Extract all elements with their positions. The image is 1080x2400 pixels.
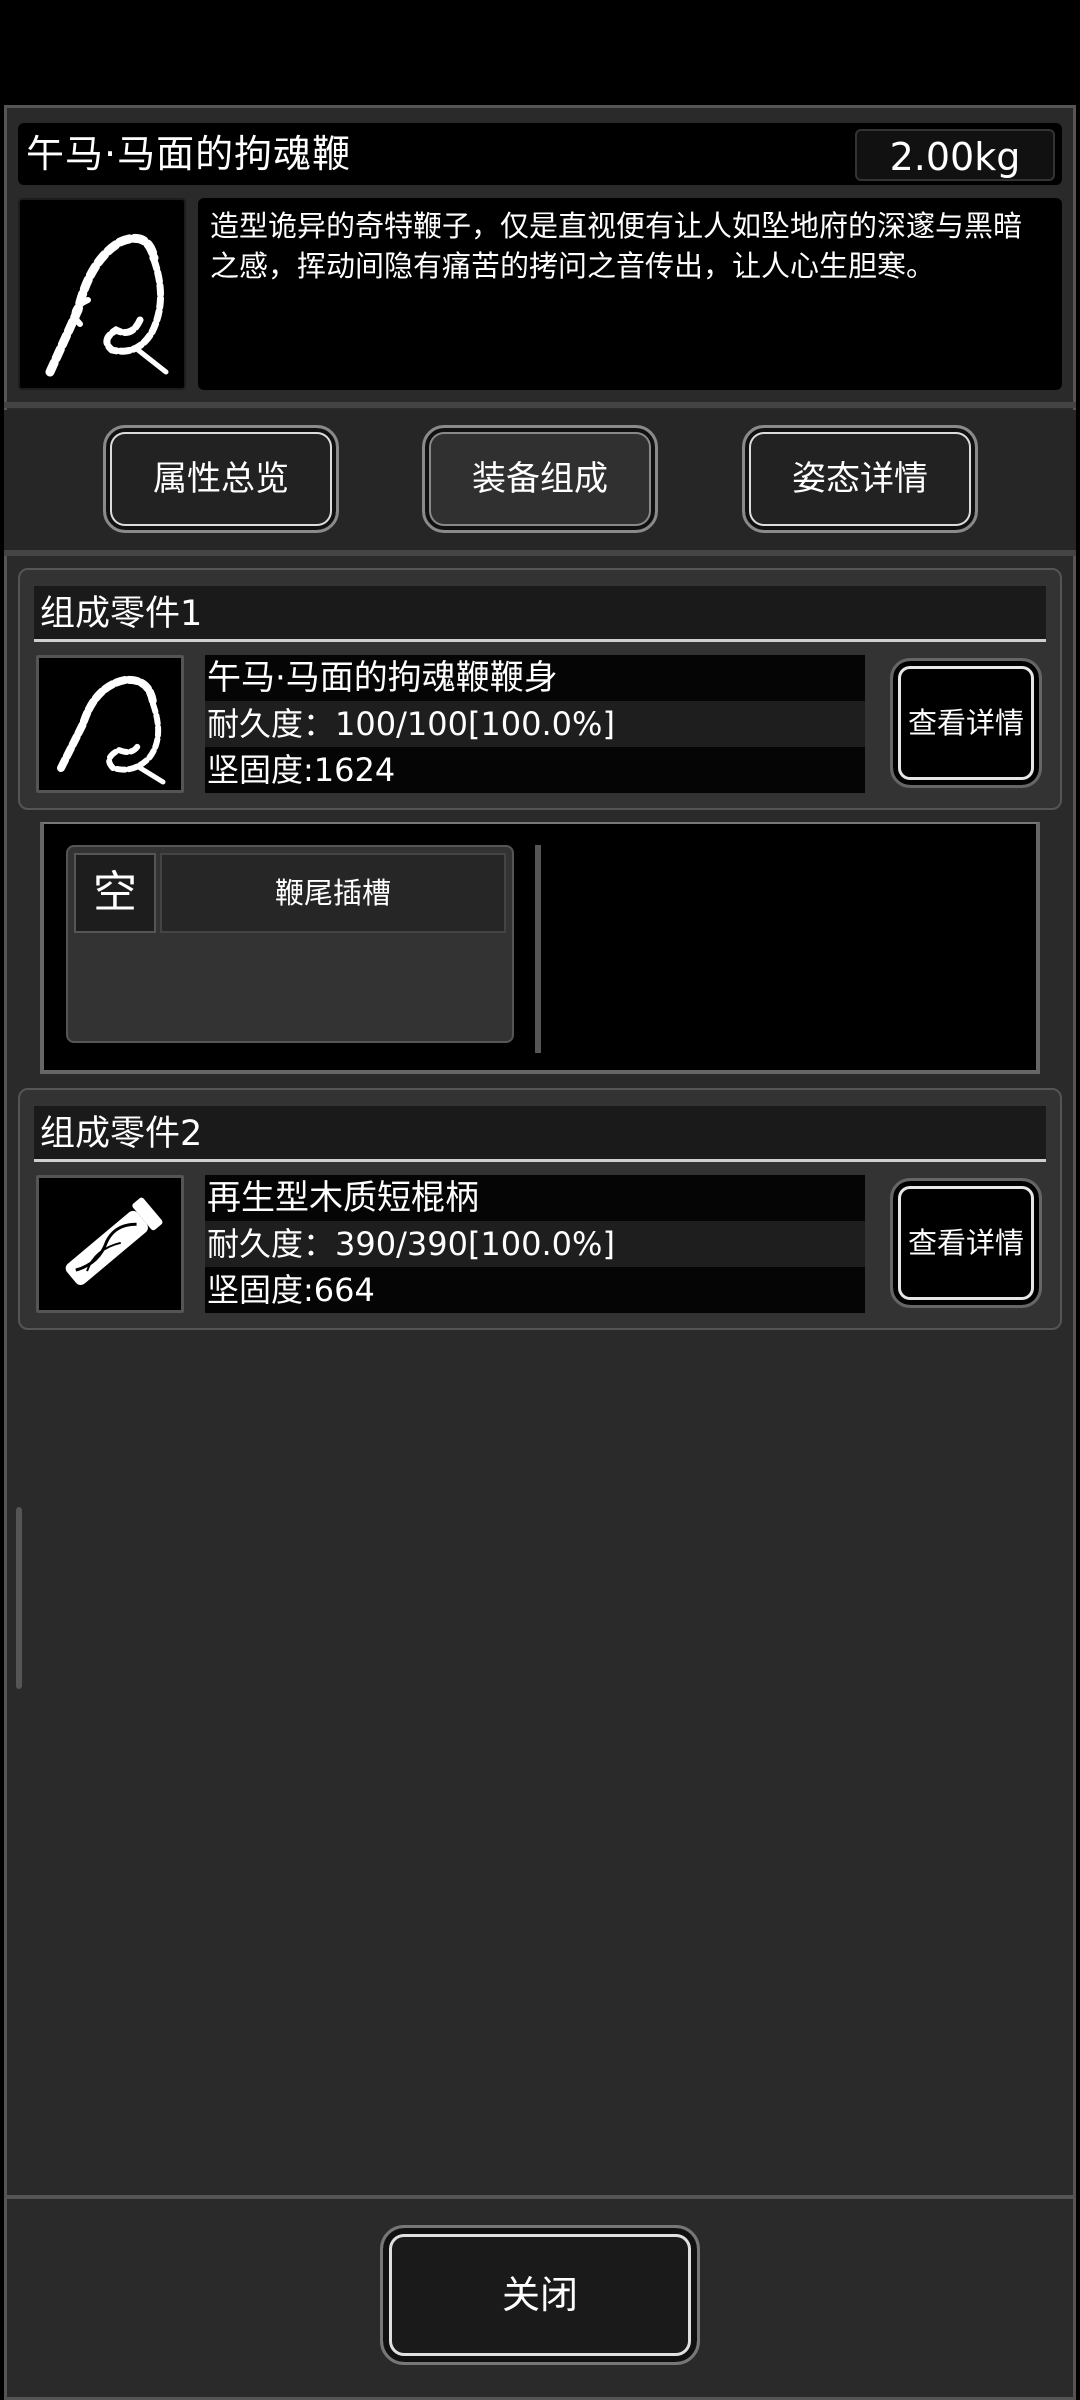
whip-body-icon [36,655,184,793]
header-divider [4,402,1076,408]
tab-equipment-composition[interactable]: 装备组成 [422,425,658,533]
component-durability: 耐久度：100/100[100.0%] [205,701,865,747]
item-name: 午马·马面的拘魂鞭 [26,132,352,176]
component-info: 午马·马面的拘魂鞭鞭身 耐久度：100/100[100.0%] 坚固度:1624 [205,655,865,793]
component-name: 午马·马面的拘魂鞭鞭身 [205,655,865,701]
slot-label: 鞭尾插槽 [160,853,506,933]
component-hardness: 坚固度:1624 [205,747,865,793]
item-weight: 2.00kg [855,129,1055,181]
item-icon [18,198,186,390]
view-details-button[interactable]: 查看详情 [890,658,1042,788]
component-info: 再生型木质短棍柄 耐久度：390/390[100.0%] 坚固度:664 [205,1175,865,1313]
component-title: 组成零件2 [40,1114,203,1154]
component-title: 组成零件1 [40,594,203,634]
whip-icon [45,234,169,377]
slot-status: 空 [74,853,156,933]
scrollbar[interactable] [16,1507,22,1689]
close-button[interactable]: 关闭 [380,2225,700,2365]
item-description: 造型诡异的奇特鞭子，仅是直视便有让人如坠地府的深邃与黑暗之感，挥动间隐有痛苦的拷… [198,198,1062,390]
component-name: 再生型木质短棍柄 [205,1175,865,1221]
view-details-button[interactable]: 查看详情 [890,1178,1042,1308]
slot-separator [535,845,541,1053]
component-hardness: 坚固度:664 [205,1267,865,1313]
footer-divider [4,2195,1076,2199]
tab-attribute-overview[interactable]: 属性总览 [103,425,339,533]
tab-stance-details[interactable]: 姿态详情 [742,425,978,533]
wooden-handle-icon [36,1175,184,1313]
component-durability: 耐久度：390/390[100.0%] [205,1221,865,1267]
tab-divider [4,550,1076,556]
